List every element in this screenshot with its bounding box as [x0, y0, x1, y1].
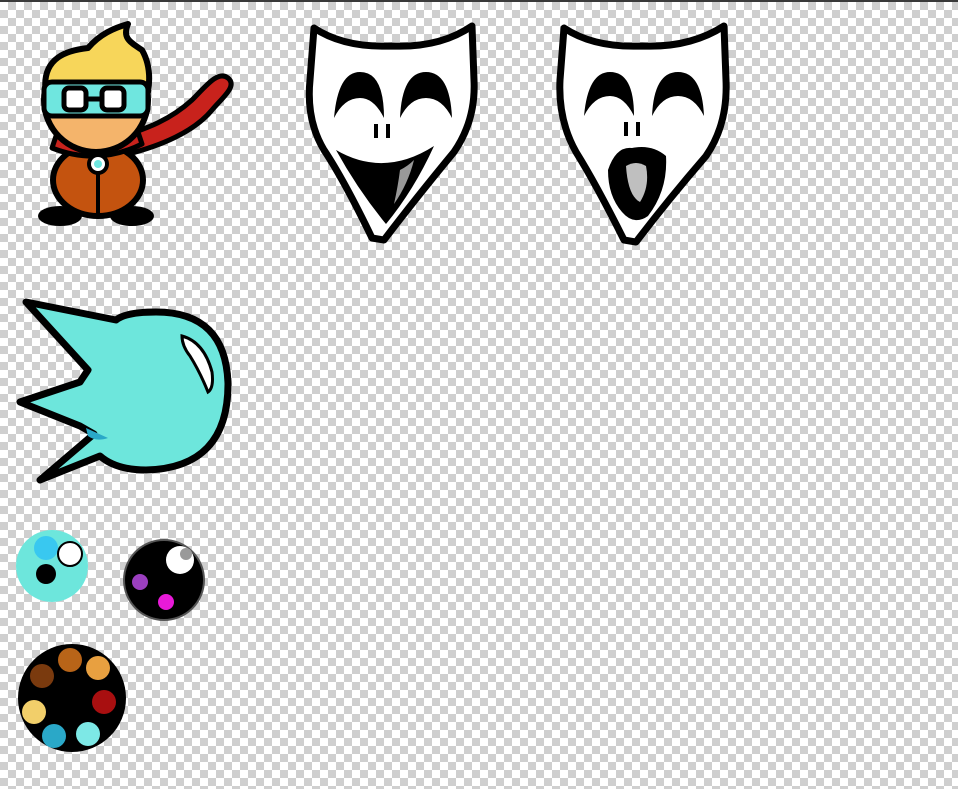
spiky-cyan-projectile-sprite — [16, 298, 236, 488]
mask-screaming-sprite — [556, 20, 736, 250]
black-orb-sprite — [120, 534, 210, 624]
color-palette-orb-sprite — [16, 642, 132, 758]
sprite-sheet-canvas — [0, 0, 958, 789]
cyan-orb-sprite — [14, 526, 94, 606]
hero-character-sprite — [30, 20, 240, 230]
mask-smiling-sprite — [304, 20, 484, 250]
